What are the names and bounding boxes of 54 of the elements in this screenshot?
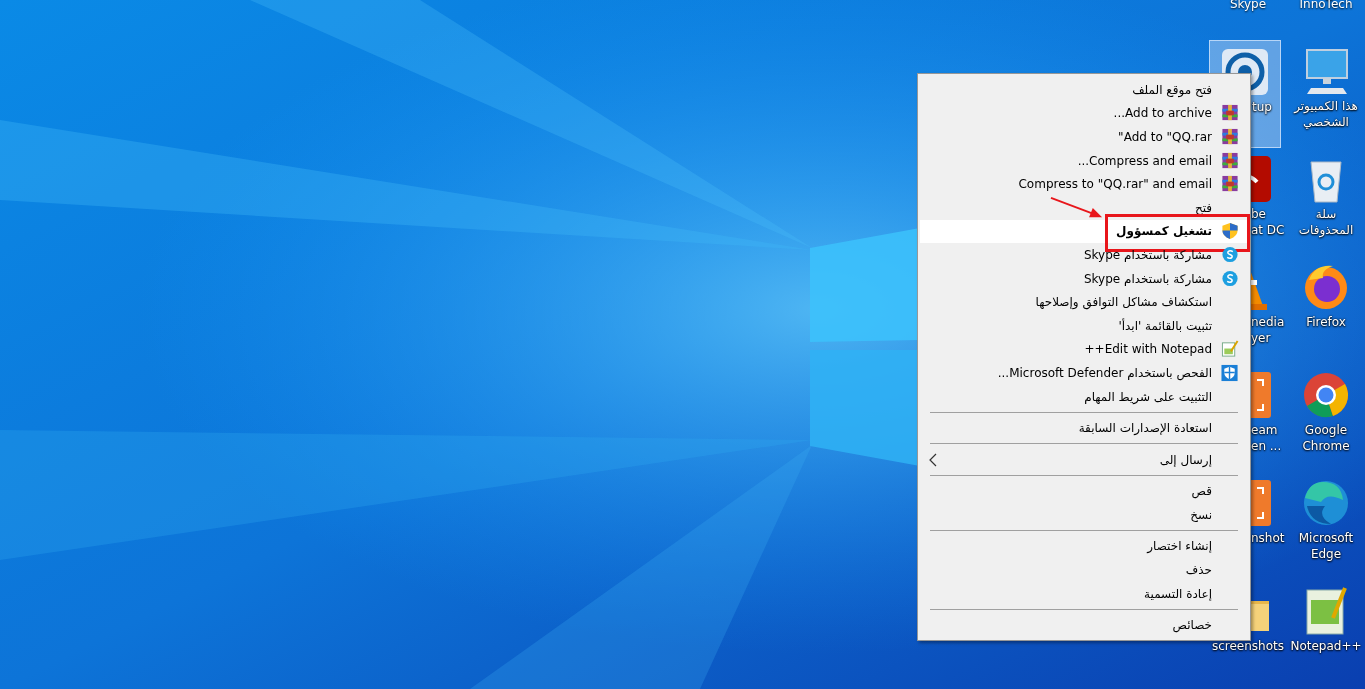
icon-label[interactable]: Firefox: [1306, 314, 1346, 330]
menu-item[interactable]: تثبيت بالقائمة 'ابدأ': [1118, 317, 1212, 334]
menu-item[interactable]: Compress and email...: [1077, 152, 1212, 169]
menu-item[interactable]: قص: [1191, 483, 1212, 500]
desktop-icon[interactable]: سلة المحذوفات: [1287, 148, 1365, 256]
desktop-icon[interactable]: هذا الكمبيوتر الشخصي: [1287, 40, 1365, 148]
icon-label[interactable]: nedia: [1251, 314, 1285, 330]
icon-label[interactable]: at DC: [1251, 222, 1285, 238]
icon-label[interactable]: yer: [1251, 330, 1271, 346]
menu-item[interactable]: مشاركة باستخدام Skype: [1083, 246, 1212, 263]
menu-item[interactable]: مشاركة باستخدام Skype: [1083, 270, 1212, 287]
menu-item[interactable]: فتح موقع الملف: [1132, 81, 1212, 98]
menu-item[interactable]: نسخ: [1190, 506, 1212, 523]
menu-item[interactable]: Add to archive...: [1113, 105, 1212, 122]
icon-label[interactable]: Google: [1304, 422, 1348, 438]
menu-item[interactable]: استكشاف مشاكل التوافق وإصلاحها: [1035, 294, 1212, 311]
icon-label[interactable]: be: [1251, 206, 1266, 222]
desktop-icon[interactable]: Notepad++: [1287, 580, 1365, 688]
skype-icon[interactable]: [1220, 269, 1240, 288]
desktop-icon[interactable]: Microsoft Edge: [1287, 472, 1365, 580]
menu-item[interactable]: خصائص: [1172, 617, 1212, 634]
menu-item[interactable]: إعادة التسمية: [1144, 585, 1212, 602]
icon-label[interactable]: screenshots: [1211, 638, 1284, 654]
menu-item[interactable]: تشغيل كمسؤول: [920, 219, 1248, 244]
icon-label[interactable]: المحذوفات: [1298, 222, 1354, 238]
menu-item[interactable]: Edit with Notepad++: [1084, 341, 1212, 358]
icon-label[interactable]: en ...: [1251, 438, 1282, 454]
archive-books-icon[interactable]: [1220, 104, 1240, 123]
menu-item[interactable]: Compress to "QQ.rar" and email: [1018, 176, 1212, 193]
menu-item[interactable]: حذف: [1185, 562, 1212, 579]
icon-label[interactable]: هذا الكمبيوتر: [1294, 98, 1358, 114]
desktop-icon[interactable]: Google Chrome: [1287, 364, 1365, 472]
shield-icon[interactable]: [1220, 222, 1240, 241]
menu-item[interactable]: Add to "QQ.rar": [1118, 129, 1212, 145]
chevron-icon: [928, 452, 938, 467]
icon-label[interactable]: الشخصي: [1303, 114, 1349, 130]
skype-icon[interactable]: [1220, 245, 1240, 264]
icon-label[interactable]: nshot: [1251, 530, 1285, 546]
icon-label[interactable]: Chrome: [1302, 438, 1350, 454]
archive-books-icon[interactable]: [1220, 128, 1240, 146]
icon-label[interactable]: Edge: [1310, 546, 1342, 562]
icon-label[interactable]: Notepad++: [1290, 638, 1362, 654]
menu-item[interactable]: إرسال إلى: [1159, 451, 1212, 468]
icon-label[interactable]: eam: [1251, 422, 1278, 438]
icon-label[interactable]: سلة: [1315, 206, 1337, 222]
icon-label[interactable]: Microsoft: [1298, 530, 1354, 546]
menu-item[interactable]: التثبيت على شريط المهام: [1084, 388, 1212, 405]
menu-item[interactable]: إنشاء اختصار: [1147, 538, 1212, 555]
menu-item[interactable]: استعادة الإصدارات السابقة: [1078, 420, 1212, 437]
menu-item[interactable]: الفحص باستخدام Microsoft Defender...: [997, 364, 1212, 381]
archive-books-icon[interactable]: [1220, 175, 1240, 194]
archive-books-icon[interactable]: [1220, 151, 1240, 170]
desktop-icon[interactable]: Firefox: [1287, 256, 1365, 364]
defender-icon[interactable]: [1220, 363, 1240, 382]
